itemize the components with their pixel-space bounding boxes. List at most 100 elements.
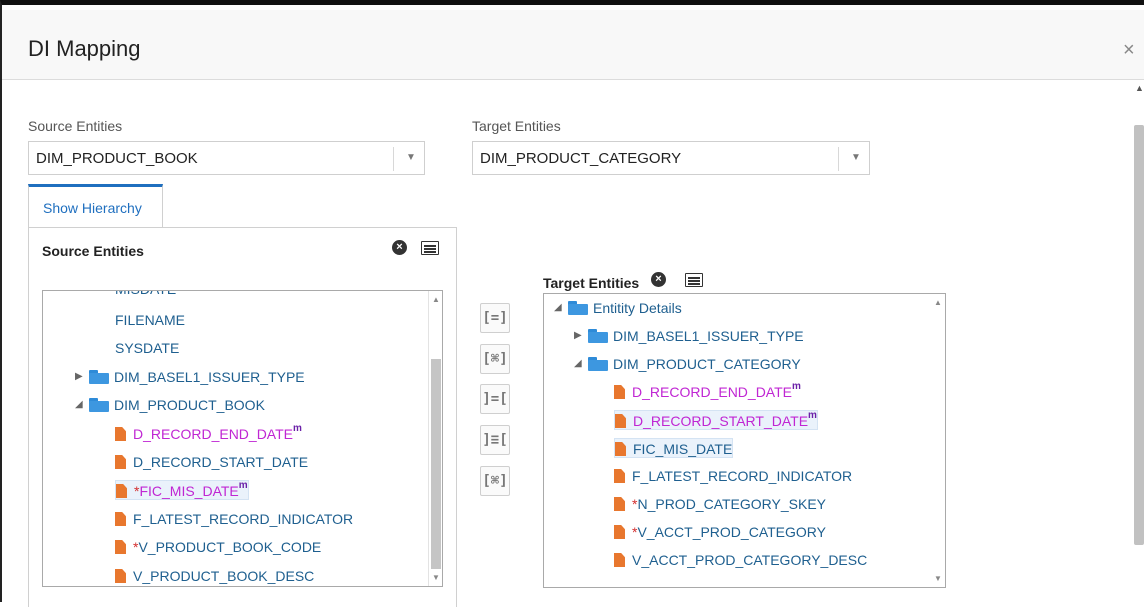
scroll-down-arrow-icon[interactable]: ▼: [432, 573, 440, 582]
source-tree-scrollbar[interactable]: ▲ ▼: [428, 291, 442, 586]
tree-item-label: F_LATEST_RECORD_INDICATOR: [133, 511, 354, 527]
chevron-down-icon[interactable]: ▼: [851, 152, 861, 163]
file-icon: [115, 540, 126, 554]
tree-item-row[interactable]: V_PRODUCT_BOOK_DESC: [115, 566, 314, 586]
tree-item-row[interactable]: D_RECORD_START_DATEm: [614, 410, 818, 430]
tree-item-label: SYSDATE: [115, 340, 180, 356]
target-entities-select[interactable]: DIM_PRODUCT_CATEGORY ▼: [472, 141, 870, 175]
tree-item-row[interactable]: FIC_MIS_DATE: [614, 438, 734, 458]
file-icon: [615, 414, 626, 428]
mapped-marker: m: [808, 410, 817, 421]
tree-item-label: FILENAME: [115, 312, 186, 328]
file-icon: [614, 497, 625, 511]
tree-item-row[interactable]: F_LATEST_RECORD_INDICATOR: [614, 466, 852, 486]
folder-icon: [568, 301, 588, 315]
file-icon: [115, 427, 126, 441]
remove-all-mappings-button[interactable]: ]≡[: [480, 425, 510, 455]
tree-item-label: *V_ACCT_PROD_CATEGORY: [632, 522, 826, 542]
map-one-to-one-button[interactable]: [=]: [480, 303, 510, 333]
mapped-marker: m: [792, 381, 801, 392]
tree-item-label: MISDATE: [115, 291, 176, 299]
expand-arrow-icon[interactable]: ▶: [75, 367, 89, 387]
target-panel-title: Target Entities: [543, 275, 640, 291]
file-icon: [116, 484, 127, 498]
select-divider: [393, 147, 394, 171]
file-icon: [614, 469, 625, 483]
tree-item-label: *N_PROD_CATEGORY_SKEY: [632, 494, 826, 514]
scroll-up-arrow-icon[interactable]: ▲: [934, 298, 942, 307]
target-tree: ◢ Entitity Details ▶ DIM_BASEL1_ISSUER_TYPE…: [543, 293, 946, 588]
tree-item-row[interactable]: V_ACCT_PROD_CATEGORY_DESC: [614, 550, 867, 570]
file-icon: [115, 512, 126, 526]
remove-mapping-button[interactable]: ]=[: [480, 384, 510, 414]
collapse-arrow-icon[interactable]: ◢: [574, 354, 588, 374]
file-icon: [115, 455, 126, 469]
file-icon: [115, 569, 126, 583]
select-divider: [838, 147, 839, 171]
tree-item-name: V_ACCT_PROD_CATEGORY: [637, 524, 826, 540]
file-icon: [614, 385, 625, 399]
tree-folder-row[interactable]: ◢ DIM_PRODUCT_BOOK: [75, 395, 265, 415]
tree-item-row[interactable]: FILENAME: [115, 310, 185, 330]
collapse-arrow-icon[interactable]: ◢: [75, 395, 89, 415]
close-icon[interactable]: ×: [1123, 40, 1135, 60]
tab-show-hierarchy-label: Show Hierarchy: [43, 200, 142, 216]
tree-folder-row[interactable]: ◢ DIM_PRODUCT_CATEGORY: [574, 354, 801, 374]
tree-item-label: V_PRODUCT_BOOK_DESC: [133, 568, 315, 584]
chevron-down-icon[interactable]: ▼: [406, 152, 416, 163]
scroll-up-arrow-icon[interactable]: ▲: [432, 295, 440, 304]
target-entities-value: DIM_PRODUCT_CATEGORY: [480, 150, 682, 167]
list-icon[interactable]: [421, 241, 439, 255]
tree-item-row[interactable]: SYSDATE: [115, 338, 179, 358]
source-entities-label: Source Entities: [28, 118, 123, 134]
dialog-title: DI Mapping: [28, 36, 141, 61]
tree-item-row[interactable]: F_LATEST_RECORD_INDICATOR: [115, 509, 353, 529]
file-icon: [614, 553, 625, 567]
scroll-up-arrow-icon[interactable]: ▲: [1135, 83, 1144, 93]
tree-item-row[interactable]: *V_PRODUCT_BOOK_CODE: [115, 537, 321, 557]
tree-item-label: D_RECORD_END_DATE: [133, 426, 293, 442]
tab-show-hierarchy[interactable]: Show Hierarchy: [28, 184, 163, 227]
tree-item-row[interactable]: *FIC_MIS_DATEm: [115, 480, 249, 500]
file-icon: [615, 442, 626, 456]
source-tree-scroll-thumb[interactable]: [431, 359, 441, 569]
tree-item-label: D_RECORD_END_DATE: [632, 384, 792, 400]
tree-item-row[interactable]: *V_ACCT_PROD_CATEGORY: [614, 522, 826, 542]
tree-item-label: DIM_PRODUCT_BOOK: [114, 397, 265, 413]
file-icon: [614, 525, 625, 539]
tree-item-label: F_LATEST_RECORD_INDICATOR: [632, 468, 853, 484]
tree-folder-row[interactable]: ▶ DIM_BASEL1_ISSUER_TYPE: [574, 326, 804, 346]
tree-item-row[interactable]: D_RECORD_END_DATEm: [115, 423, 302, 444]
scroll-down-arrow-icon[interactable]: ▼: [934, 574, 942, 583]
tree-item-row[interactable]: *N_PROD_CATEGORY_SKEY: [614, 494, 826, 514]
scroll-thumb[interactable]: [1134, 125, 1144, 545]
tree-item-label: DIM_PRODUCT_CATEGORY: [613, 356, 801, 372]
source-entities-value: DIM_PRODUCT_BOOK: [36, 150, 198, 167]
expand-arrow-icon[interactable]: ▶: [574, 326, 588, 346]
dialog-scrollbar[interactable]: ▲: [1132, 81, 1144, 607]
source-entities-select[interactable]: DIM_PRODUCT_BOOK ▼: [28, 141, 425, 175]
collapse-arrow-icon[interactable]: ◢: [554, 298, 568, 318]
tree-item-name: N_PROD_CATEGORY_SKEY: [637, 496, 826, 512]
tree-item-row[interactable]: D_RECORD_END_DATEm: [614, 381, 801, 402]
tree-item-label: DIM_BASEL1_ISSUER_TYPE: [114, 369, 305, 385]
tree-item-row[interactable]: MISDATE: [115, 291, 176, 299]
target-tree-scrollbar[interactable]: ▲ ▼: [931, 294, 945, 587]
tree-folder-row[interactable]: ▶ DIM_BASEL1_ISSUER_TYPE: [75, 367, 305, 387]
tree-item-label: D_RECORD_START_DATE: [133, 454, 309, 470]
auto-map-button[interactable]: [⌘]: [480, 466, 510, 496]
tree-item-label: *V_PRODUCT_BOOK_CODE: [133, 537, 321, 557]
source-tree: MISDATE FILENAME SYSDATE ▶ DIM_BASEL1_ISSUER…: [42, 290, 443, 587]
tree-item-row[interactable]: D_RECORD_START_DATE: [115, 452, 308, 472]
dialog-header: DI Mapping ×: [2, 10, 1144, 80]
mapped-marker: m: [238, 480, 248, 491]
list-icon[interactable]: [685, 273, 703, 287]
di-mapping-dialog: DI Mapping × ▲ Source Entities DIM_PRODU…: [0, 0, 1144, 607]
tree-item-name: FIC_MIS_DATE: [139, 483, 239, 499]
tree-folder-row[interactable]: ◢ Entitity Details: [554, 298, 682, 318]
tree-item-label: *FIC_MIS_DATE: [134, 481, 239, 501]
tree-item-label: Entitity Details: [593, 300, 682, 316]
x-circle-icon[interactable]: ×: [651, 272, 666, 287]
x-circle-icon[interactable]: ×: [392, 240, 407, 255]
map-by-name-button[interactable]: [⌘]: [480, 344, 510, 374]
